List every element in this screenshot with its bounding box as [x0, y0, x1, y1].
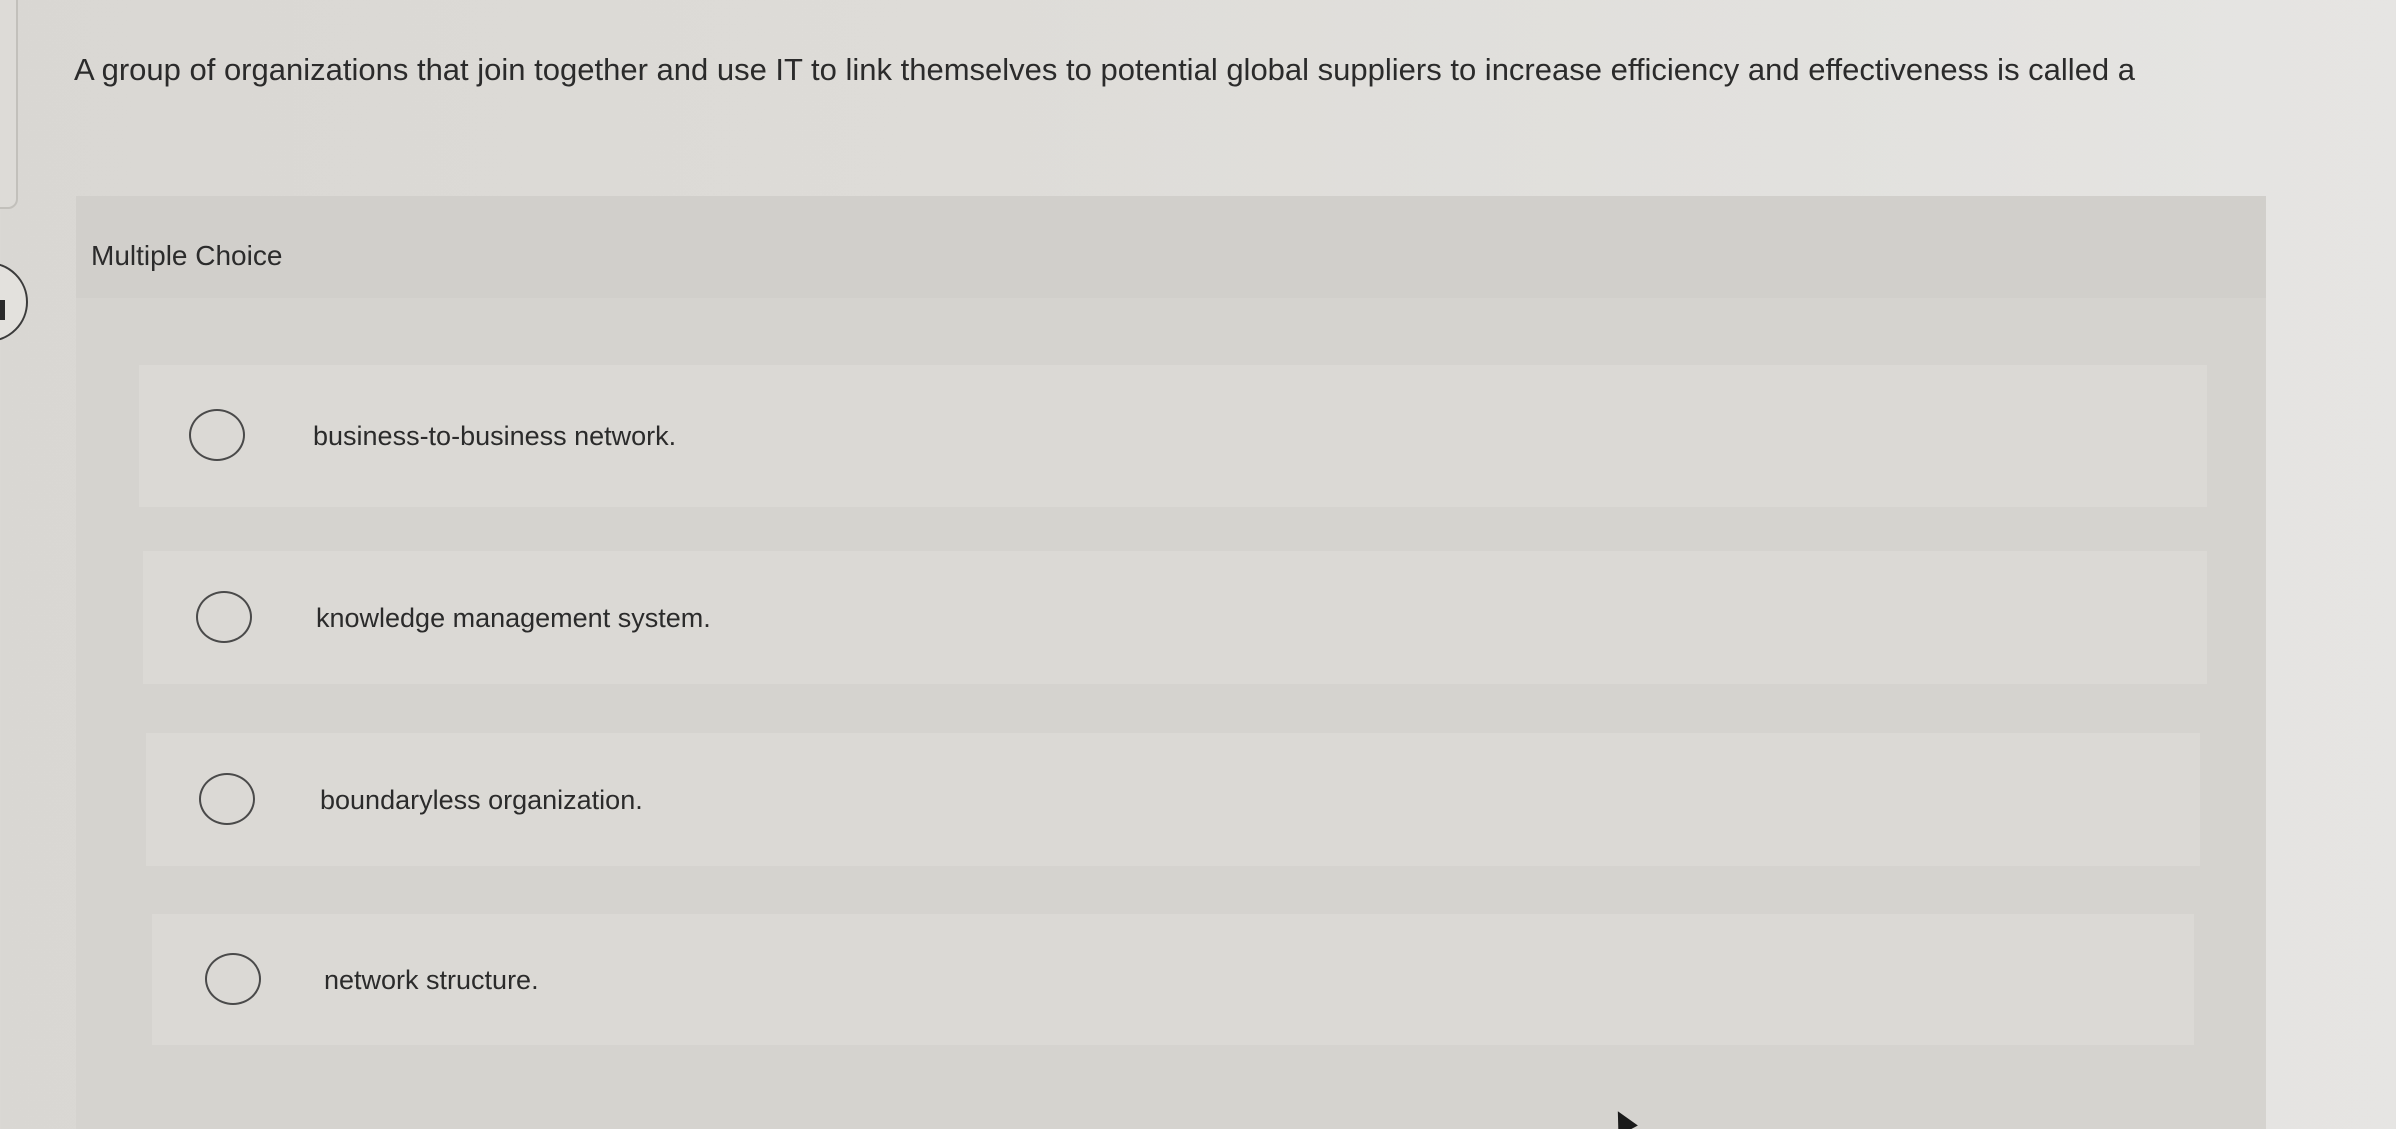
answer-option-4[interactable]: network structure.	[152, 914, 2194, 1045]
panel-title: Multiple Choice	[91, 240, 283, 271]
radio-unchecked-icon[interactable]	[199, 772, 255, 825]
panel-header	[76, 196, 2266, 298]
question-prompt: A group of organizations that join toget…	[74, 52, 2136, 87]
answer-option-label: network structure.	[324, 964, 539, 995]
radio-unchecked-icon[interactable]	[189, 409, 245, 461]
left-nav-indicator-icon	[0, 300, 5, 320]
answer-option-3[interactable]: boundaryless organization.	[146, 733, 2200, 866]
answer-option-label: boundaryless organization.	[320, 784, 643, 815]
radio-unchecked-icon[interactable]	[205, 952, 261, 1005]
answer-option-2[interactable]: knowledge management system.	[143, 551, 2207, 684]
answer-option-1[interactable]: business-to-business network.	[139, 365, 2207, 507]
radio-unchecked-icon[interactable]	[196, 590, 252, 643]
answer-option-label: knowledge management system.	[316, 602, 711, 633]
answer-option-label: business-to-business network.	[313, 421, 677, 451]
left-side-tab[interactable]	[0, 0, 18, 209]
